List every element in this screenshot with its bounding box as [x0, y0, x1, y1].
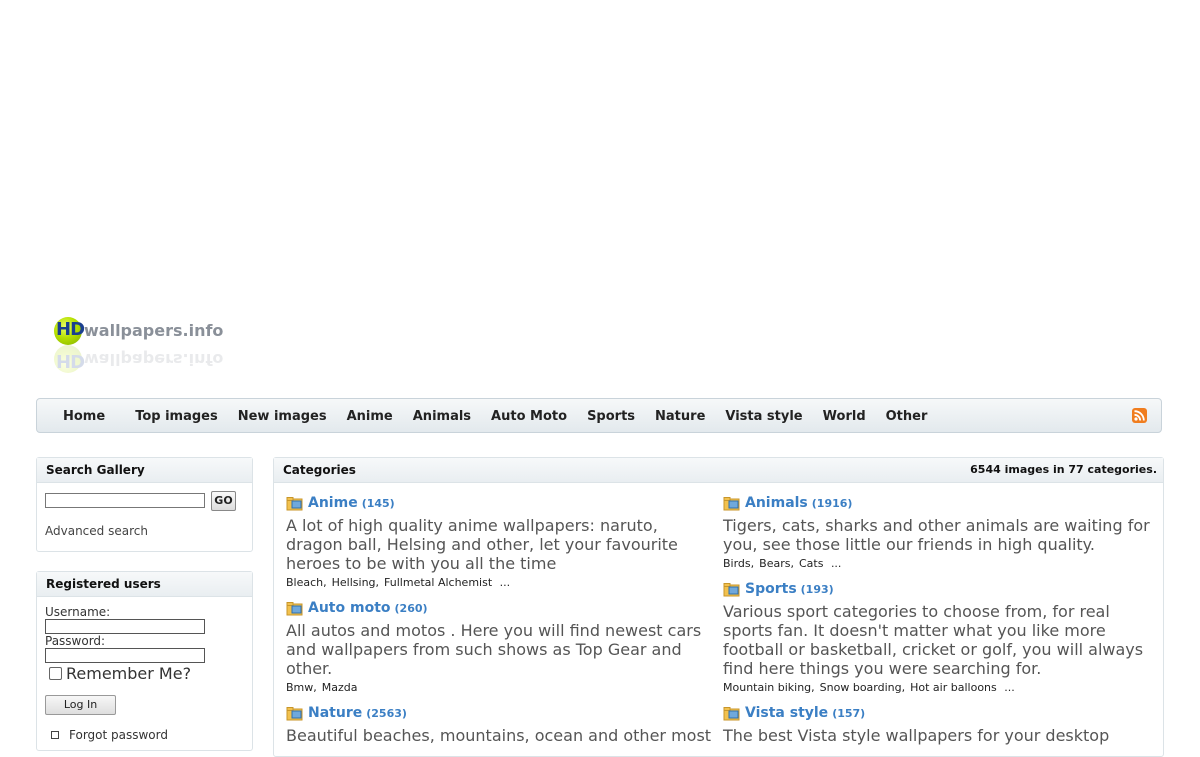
categories-summary: 6544 images in 77 categories.: [970, 463, 1157, 476]
category-description: A lot of high quality anime wallpapers: …: [286, 516, 678, 573]
folder-icon: [723, 706, 740, 721]
site-logo[interactable]: HD wallpapers.info HD wallpapers.info: [54, 316, 234, 376]
subcategory-more: ...: [830, 557, 842, 570]
subcategory-link[interactable]: Fullmetal Alchemist: [384, 576, 492, 589]
subcategory-more: ...: [1004, 681, 1015, 694]
category-count: (193): [800, 582, 834, 596]
category-count: (260): [394, 601, 428, 615]
category-count: (2563): [366, 706, 407, 720]
search-panel-title: Search Gallery: [37, 458, 252, 483]
subcategory-link[interactable]: Birds: [723, 557, 751, 570]
category-count: (1916): [811, 496, 853, 510]
remember-me-label: Remember Me?: [66, 664, 192, 683]
nav-vista-style[interactable]: Vista style: [715, 409, 812, 424]
subcategory-list: Bmw, Mazda: [286, 681, 358, 694]
password-label: Password:: [45, 634, 106, 648]
logo-reflection: HD wallpapers.info: [54, 345, 234, 374]
search-go-button[interactable]: GO: [211, 491, 236, 511]
advanced-search-link[interactable]: Advanced search: [45, 524, 148, 538]
category-description: Beautiful beaches, mountains, ocean and …: [286, 726, 712, 745]
subcategory-link[interactable]: Hellsing: [332, 576, 376, 589]
main-navbar: Home Top images New images Anime Animals…: [36, 398, 1162, 433]
category-link[interactable]: Animals: [745, 495, 808, 511]
category-anime: Anime (145) A lot of high quality anime …: [286, 494, 716, 589]
nav-home[interactable]: Home: [53, 409, 125, 424]
category-description: Various sport categories to choose from,…: [723, 602, 1144, 678]
subcategory-link[interactable]: Mazda: [322, 681, 358, 694]
username-field[interactable]: [45, 619, 205, 634]
password-field[interactable]: [45, 648, 205, 663]
nav-new-images[interactable]: New images: [228, 409, 337, 424]
category-link[interactable]: Auto moto: [308, 600, 391, 616]
remember-me-checkbox[interactable]: [49, 667, 62, 680]
folder-icon: [723, 582, 740, 597]
subcategory-link[interactable]: Snow boarding: [820, 681, 902, 694]
nav-auto-moto[interactable]: Auto Moto: [481, 409, 577, 424]
search-panel: Search Gallery GO Advanced search: [36, 457, 253, 552]
categories-panel: Categories 6544 images in 77 categories.…: [273, 457, 1164, 757]
rss-feed-icon[interactable]: [1132, 408, 1147, 423]
category-link[interactable]: Sports: [745, 581, 797, 597]
folder-icon: [286, 496, 303, 511]
remember-me[interactable]: Remember Me?: [49, 664, 191, 683]
category-link[interactable]: Vista style: [745, 705, 828, 721]
login-panel: Registered users Username: Password: Rem…: [36, 571, 253, 751]
search-input[interactable]: [45, 493, 205, 508]
category-link[interactable]: Nature: [308, 705, 362, 721]
folder-icon: [723, 496, 740, 511]
subcategory-list: Mountain biking, Snow boarding, Hot air ba…: [723, 681, 1015, 694]
subcategory-link[interactable]: Bmw: [286, 681, 313, 694]
nav-other[interactable]: Other: [876, 409, 938, 424]
logo-hd-text: HD: [56, 319, 85, 340]
category-link[interactable]: Anime: [308, 495, 358, 511]
nav-sports[interactable]: Sports: [577, 409, 645, 424]
category-vista-style: Vista style (157) The best Vista style w…: [723, 704, 1153, 745]
nav-list: Home Top images New images Anime Animals…: [53, 399, 937, 434]
category-description: Tigers, cats, sharks and other animals a…: [723, 516, 1150, 554]
category-sports: Sports (193) Various sport categories to…: [723, 580, 1153, 694]
nav-nature[interactable]: Nature: [645, 409, 715, 424]
folder-icon: [286, 601, 303, 616]
subcategory-list: Bleach, Hellsing, Fullmetal Alchemist ...: [286, 576, 511, 589]
subcategory-list: Birds, Bears, Cats ...: [723, 557, 842, 570]
category-count: (145): [361, 496, 395, 510]
subcategory-more: ...: [499, 576, 511, 589]
logo-wordmark: wallpapers.info: [84, 321, 224, 340]
login-button[interactable]: Log In: [45, 695, 116, 715]
subcategory-link[interactable]: Bears: [759, 557, 790, 570]
subcategory-link[interactable]: Cats: [799, 557, 823, 570]
login-panel-title: Registered users: [37, 572, 252, 597]
subcategory-link[interactable]: Mountain biking: [723, 681, 811, 694]
category-animals: Animals (1916) Tigers, cats, sharks and …: [723, 494, 1153, 570]
nav-top-images[interactable]: Top images: [125, 409, 228, 424]
folder-icon: [286, 706, 303, 721]
category-count: (157): [832, 706, 866, 720]
bullet-square-icon: [51, 731, 59, 739]
nav-world[interactable]: World: [813, 409, 876, 424]
nav-animals[interactable]: Animals: [403, 409, 481, 424]
username-label: Username:: [45, 605, 111, 619]
category-nature: Nature (2563) Beautiful beaches, mountai…: [286, 704, 716, 745]
category-auto-moto: Auto moto (260) All autos and motos . He…: [286, 599, 716, 694]
category-description: All autos and motos . Here you will find…: [286, 621, 702, 678]
category-description: The best Vista style wallpapers for your…: [723, 726, 1110, 745]
subcategory-link[interactable]: Hot air balloons: [910, 681, 997, 694]
subcategory-link[interactable]: Bleach: [286, 576, 323, 589]
nav-anime[interactable]: Anime: [337, 409, 403, 424]
